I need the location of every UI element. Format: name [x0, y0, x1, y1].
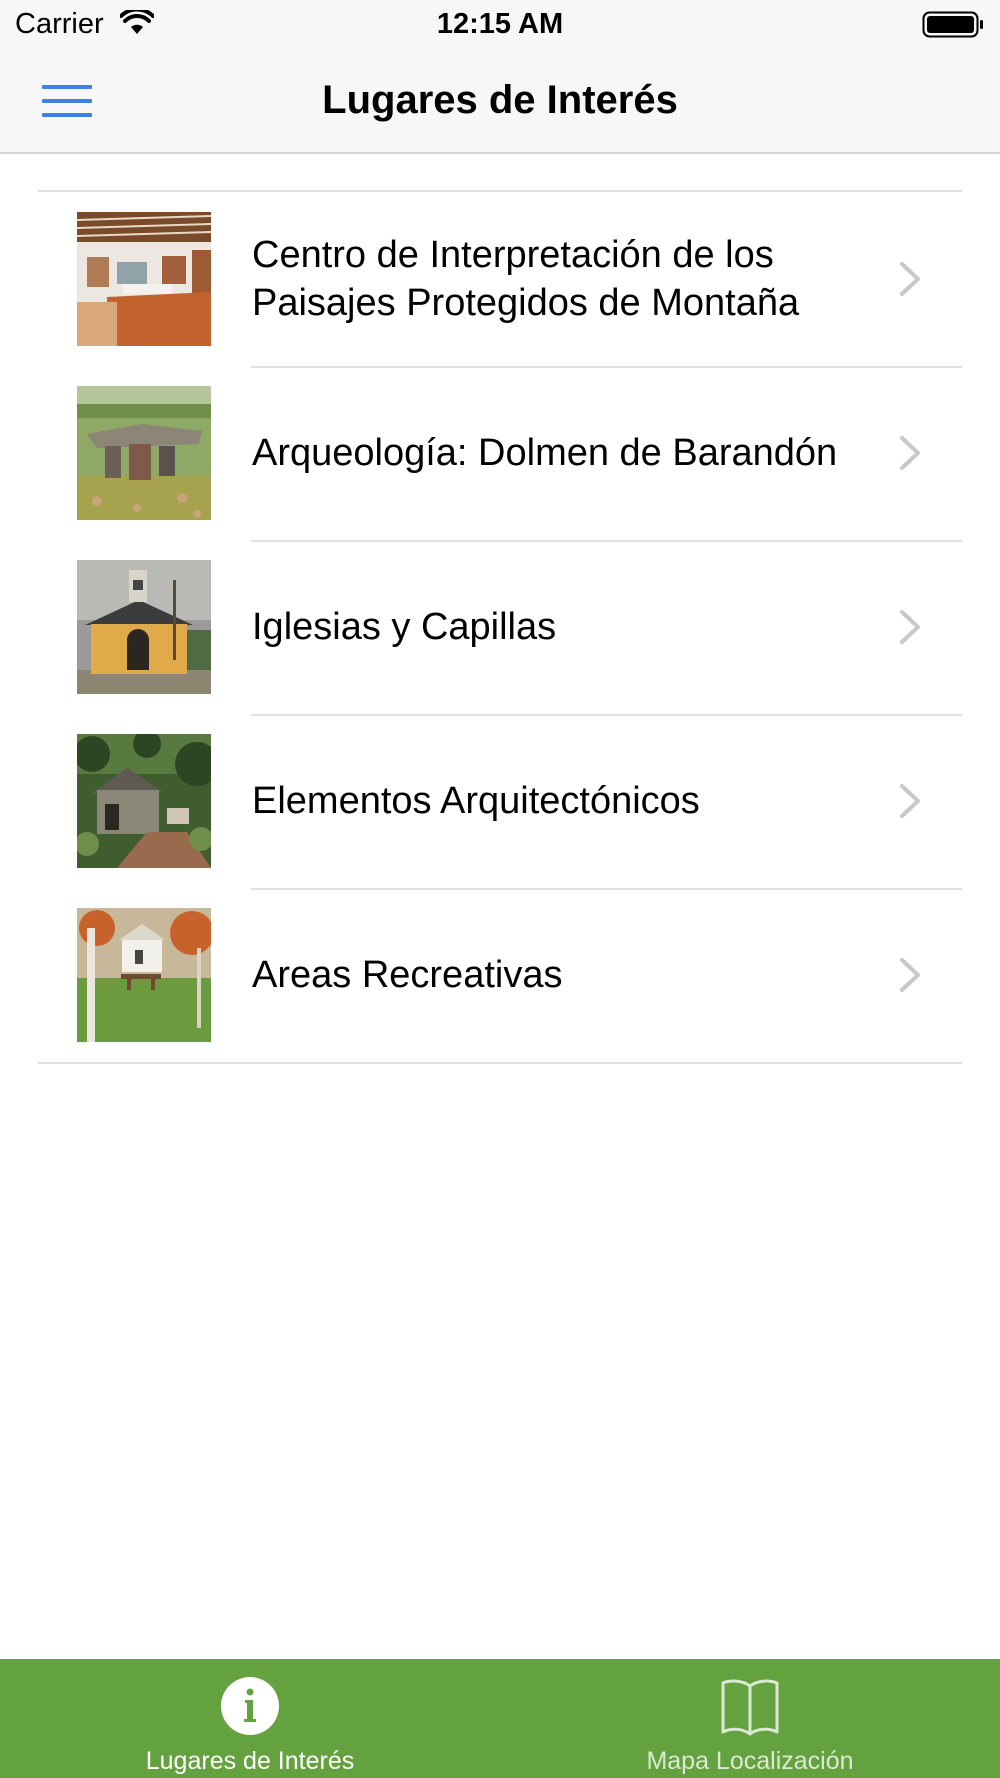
chevron-right-icon	[900, 262, 920, 296]
chevron-right-icon	[900, 958, 920, 992]
list-item-label: Areas Recreativas	[252, 954, 563, 996]
list-item[interactable]: Centro de Interpretación de los Paisajes…	[38, 192, 962, 366]
tab-bar: Lugares de Interés Mapa Localización	[0, 1659, 1000, 1778]
list-item-label: Elementos Arquitectónicos	[252, 780, 700, 822]
tab-mapa-localizacion[interactable]: Mapa Localización	[500, 1659, 1000, 1778]
status-time: 12:15 AM	[436, 8, 564, 40]
info-circle-icon	[221, 1677, 279, 1735]
battery-full-icon	[922, 11, 983, 38]
list-item[interactable]: Areas Recreativas	[38, 888, 962, 1062]
stone-hut-forest-photo	[77, 734, 211, 868]
book-map-icon	[721, 1679, 779, 1736]
museum-interior-photo	[77, 212, 211, 346]
chevron-right-icon	[900, 436, 920, 470]
list-item-label: Centro de Interpretación de los Paisajes…	[252, 234, 800, 324]
dolmen-stone-photo	[77, 386, 211, 520]
chapel-photo	[77, 560, 211, 694]
tab-label: Mapa Localización	[646, 1747, 854, 1775]
picnic-area-photo	[77, 908, 211, 1042]
tab-lugares-de-interes[interactable]: Lugares de Interés	[0, 1659, 500, 1778]
list-item[interactable]: Arqueología: Dolmen de Barandón	[38, 366, 962, 540]
list-item-label: Arqueología: Dolmen de Barandón	[252, 432, 838, 474]
status-bar: Carrier 12:15 AM	[0, 0, 1000, 50]
places-list: Centro de Interpretación de los Paisajes…	[38, 190, 962, 1064]
tab-label: Lugares de Interés	[145, 1747, 355, 1775]
chevron-right-icon	[900, 784, 920, 818]
navigation-bar: Lugares de Interés	[0, 50, 1000, 154]
list-item-label: Iglesias y Capillas	[252, 606, 557, 648]
page-title: Lugares de Interés	[322, 78, 678, 122]
list-item[interactable]: Elementos Arquitectónicos	[38, 714, 962, 888]
chevron-right-icon	[900, 610, 920, 644]
list-item[interactable]: Iglesias y Capillas	[38, 540, 962, 714]
